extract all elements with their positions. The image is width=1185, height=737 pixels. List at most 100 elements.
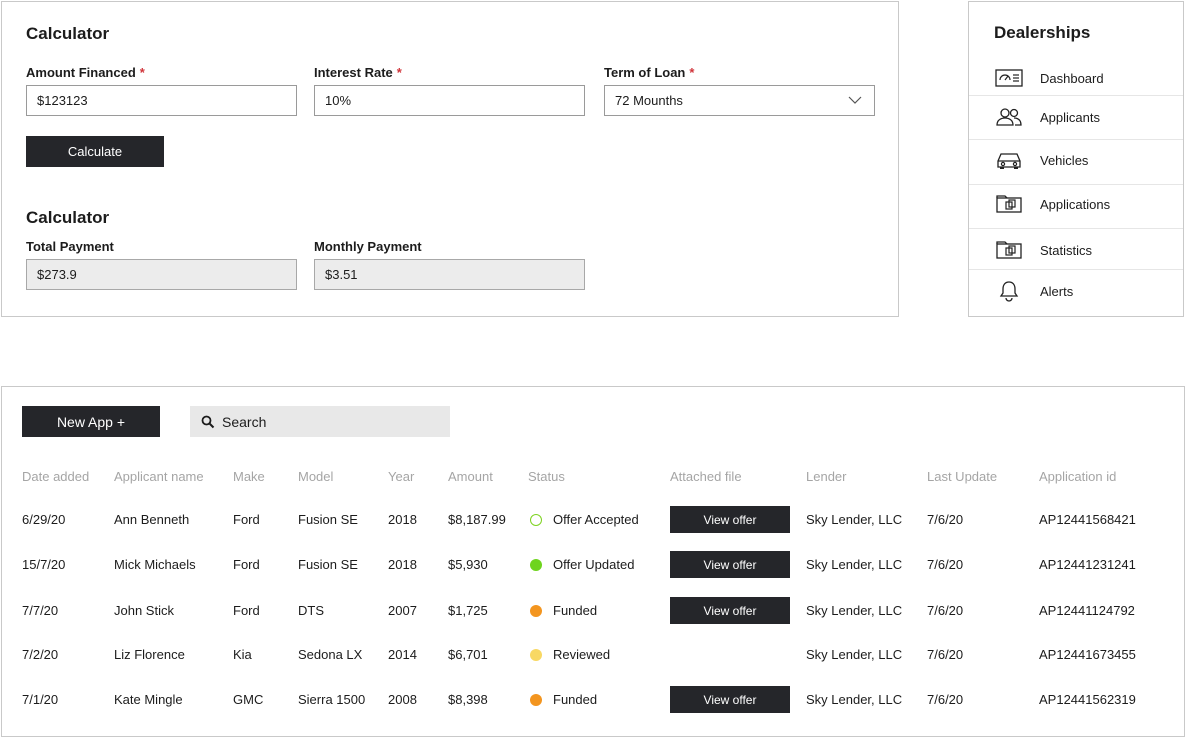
nav-item-applicants[interactable]: Applicants xyxy=(969,106,1183,128)
nav-label: Applications xyxy=(1040,196,1111,212)
dealerships-title: Dealerships xyxy=(994,23,1091,42)
status-cell: Funded xyxy=(553,603,598,618)
year-cell: 2007 xyxy=(388,603,417,618)
calculator-title: Calculator xyxy=(26,24,110,43)
applicant-name-cell: John Stick xyxy=(114,603,174,618)
applicant-name-cell: Kate Mingle xyxy=(114,692,183,707)
results-title: Calculator xyxy=(26,208,110,227)
nav-item-vehicles[interactable]: Vehicles xyxy=(969,149,1183,171)
last-update-cell: 7/6/20 xyxy=(927,557,964,572)
chevron-down-icon xyxy=(848,96,862,104)
nav-divider xyxy=(969,269,1183,270)
amount-cell: $8,187.99 xyxy=(448,512,506,527)
lender-cell: Sky Lender, LLC xyxy=(806,692,903,707)
search-input[interactable]: Search xyxy=(190,406,450,437)
nav-divider xyxy=(969,95,1183,96)
nav-item-statistics[interactable]: Statistics xyxy=(969,239,1183,261)
make-cell: Ford xyxy=(233,603,260,618)
column-header: Lender xyxy=(806,469,847,484)
view-offer-button[interactable]: View offer xyxy=(670,506,790,533)
year-cell: 2008 xyxy=(388,692,417,707)
model-cell: Fusion SE xyxy=(298,512,358,527)
amount-cell: $5,930 xyxy=(448,557,488,572)
make-cell: GMC xyxy=(233,692,264,707)
lender-cell: Sky Lender, LLC xyxy=(806,512,903,527)
model-cell: DTS xyxy=(298,603,324,618)
status-cell: Reviewed xyxy=(553,647,611,662)
year-cell: 2018 xyxy=(388,557,417,572)
column-header: Attached file xyxy=(670,469,742,484)
date-cell: 7/7/20 xyxy=(22,603,59,618)
nav-item-applications[interactable]: Applications xyxy=(969,193,1183,215)
applicant-name-cell: Ann Benneth xyxy=(114,512,190,527)
model-cell: Sierra 1500 xyxy=(298,692,366,707)
column-header: Year xyxy=(388,469,415,484)
application-id-cell: AP12441673455 xyxy=(1039,647,1136,662)
nav-label: Statistics xyxy=(1040,242,1093,258)
column-header: Status xyxy=(528,469,565,484)
nav-label: Dashboard xyxy=(1040,70,1104,86)
date-cell: 7/1/20 xyxy=(22,692,59,707)
amount-financed-label: Amount Financed * xyxy=(26,65,145,80)
interest-rate-input[interactable]: 10% xyxy=(314,85,585,116)
view-offer-button[interactable]: View offer xyxy=(670,686,790,713)
status-cell: Funded xyxy=(553,692,598,707)
view-offer-button[interactable]: View offer xyxy=(670,551,790,578)
date-cell: 7/2/20 xyxy=(22,647,59,662)
applicant-name-cell: Mick Michaels xyxy=(114,557,196,572)
make-cell: Ford xyxy=(233,512,260,527)
calculator-panel: Calculator Amount Financed * $123123 Inte… xyxy=(1,1,899,317)
status-dot-icon xyxy=(530,649,542,661)
make-cell: Kia xyxy=(233,647,252,662)
column-header: Application id xyxy=(1039,469,1117,484)
new-app-button[interactable]: New App + xyxy=(22,406,160,437)
term-of-loan-value: 72 Mounths xyxy=(615,93,683,108)
date-cell: 15/7/20 xyxy=(22,557,66,572)
model-cell: Sedona LX xyxy=(298,647,363,662)
application-id-cell: AP12441231241 xyxy=(1039,557,1136,572)
folder-icon xyxy=(995,193,1023,215)
total-payment-field: $273.9 xyxy=(26,259,297,290)
view-offer-button[interactable]: View offer xyxy=(670,597,790,624)
column-header: Last Update xyxy=(927,469,998,484)
amount-financed-input[interactable]: $123123 xyxy=(26,85,297,116)
status-dot-icon xyxy=(530,605,542,617)
nav-divider xyxy=(969,139,1183,140)
lender-cell: Sky Lender, LLC xyxy=(806,603,903,618)
amount-cell: $1,725 xyxy=(448,603,488,618)
applications-panel: New App + Search Date added Applicant nam… xyxy=(1,386,1185,737)
monthly-payment-label: Monthly Payment xyxy=(314,239,422,254)
nav-label: Alerts xyxy=(1040,283,1074,299)
folder-icon xyxy=(995,239,1023,261)
users-icon xyxy=(995,106,1023,128)
monthly-payment-field: $3.51 xyxy=(314,259,585,290)
column-header: Model xyxy=(298,469,334,484)
application-id-cell: AP12441568421 xyxy=(1039,512,1136,527)
search-placeholder: Search xyxy=(222,413,267,430)
dealerships-panel: Dealerships Dashboard Applicants Vehicle… xyxy=(968,1,1184,317)
application-id-cell: AP12441124792 xyxy=(1039,603,1135,618)
lender-cell: Sky Lender, LLC xyxy=(806,557,903,572)
column-header: Applicant name xyxy=(114,469,204,484)
term-of-loan-select[interactable]: 72 Mounths xyxy=(604,85,875,116)
status-dot-icon xyxy=(530,694,542,706)
nav-divider xyxy=(969,184,1183,185)
amount-cell: $6,701 xyxy=(448,647,488,662)
status-cell: Offer Accepted xyxy=(553,512,639,527)
status-dot-icon xyxy=(530,559,542,571)
last-update-cell: 7/6/20 xyxy=(927,512,964,527)
year-cell: 2014 xyxy=(388,647,417,662)
last-update-cell: 7/6/20 xyxy=(927,692,964,707)
model-cell: Fusion SE xyxy=(298,557,358,572)
car-icon xyxy=(995,149,1023,171)
application-id-cell: AP12441562319 xyxy=(1039,692,1136,707)
last-update-cell: 7/6/20 xyxy=(927,647,964,662)
nav-item-alerts[interactable]: Alerts xyxy=(969,280,1183,302)
nav-item-dashboard[interactable]: Dashboard xyxy=(969,67,1183,89)
lender-cell: Sky Lender, LLC xyxy=(806,647,903,662)
interest-rate-label: Interest Rate * xyxy=(314,65,402,80)
date-cell: 6/29/20 xyxy=(22,512,66,527)
calculate-button[interactable]: Calculate xyxy=(26,136,164,167)
column-header: Date added xyxy=(22,469,90,484)
bell-icon xyxy=(995,280,1023,302)
